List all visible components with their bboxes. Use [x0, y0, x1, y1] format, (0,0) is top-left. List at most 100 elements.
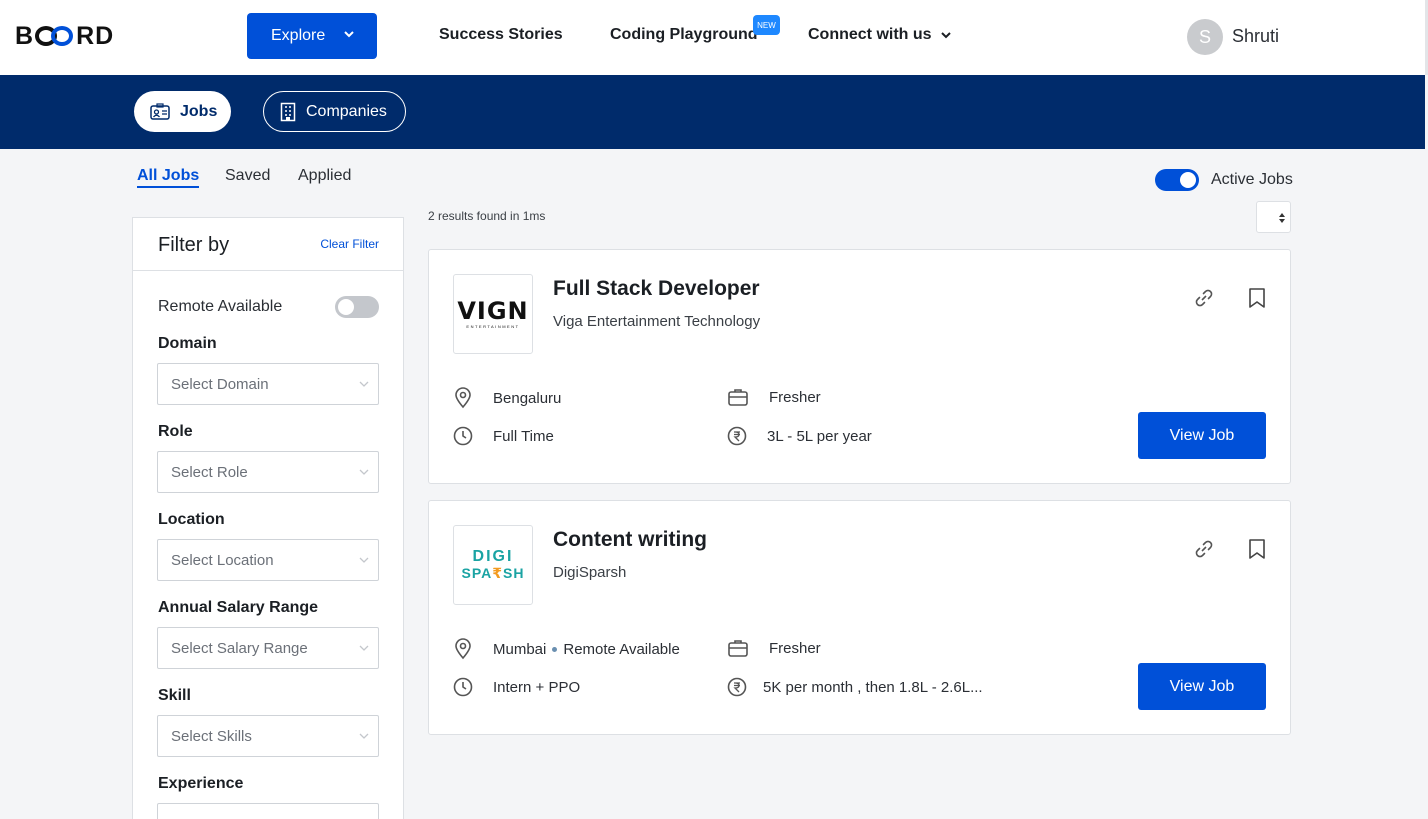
chevron-down-icon	[359, 733, 369, 739]
explore-button[interactable]: Explore	[247, 13, 377, 59]
filter-panel: Filter by Clear Filter Remote Available …	[132, 217, 404, 819]
sort-select[interactable]	[1256, 201, 1291, 233]
location-label: Location	[158, 511, 225, 528]
companies-pill-label: Companies	[306, 102, 387, 120]
job-location: Mumbai Remote Available	[453, 638, 680, 660]
tab-saved[interactable]: Saved	[225, 167, 270, 185]
link-icon[interactable]	[1193, 538, 1215, 560]
company-logo-text-top: DIGI	[472, 548, 514, 565]
experience-text: Fresher	[769, 639, 821, 657]
logo-text-left: B	[15, 21, 35, 50]
salary-range-label: Annual Salary Range	[158, 599, 319, 616]
chevron-down-icon	[359, 381, 369, 387]
location-pin-icon	[455, 387, 471, 409]
new-badge: NEW	[753, 15, 780, 35]
top-navbar: B RD Explore Success Stories Coding Play…	[0, 0, 1428, 75]
tab-all-jobs[interactable]: All Jobs	[137, 167, 200, 188]
id-card-icon	[150, 102, 170, 120]
active-jobs-label: Active Jobs	[1211, 171, 1293, 188]
job-card[interactable]: DIGI SPA₹SH Content writing DigiSparsh M…	[428, 500, 1291, 735]
job-title[interactable]: Full Stack Developer	[553, 277, 760, 301]
company-logo: VIGN ENTERTAINMENT	[453, 274, 533, 354]
chevron-down-icon	[344, 31, 354, 38]
company-name[interactable]: DigiSparsh	[553, 564, 626, 581]
companies-pill[interactable]: Companies	[263, 91, 406, 132]
job-salary: 5K per month , then 1.8L - 2.6L...	[727, 677, 983, 697]
tab-applied[interactable]: Applied	[298, 167, 351, 185]
job-type-text: Full Time	[493, 427, 554, 445]
connect-label: Connect with us	[808, 26, 932, 43]
role-select[interactable]: Select Role	[157, 451, 379, 493]
location-text: Bengaluru	[493, 389, 562, 407]
remote-available-label: Remote Available	[158, 298, 283, 315]
toggle-knob	[1180, 172, 1196, 188]
nav-connect-with-us[interactable]: Connect with us	[808, 26, 952, 44]
job-type: Intern + PPO	[453, 677, 580, 697]
job-title[interactable]: Content writing	[553, 528, 707, 552]
company-logo: DIGI SPA₹SH	[453, 525, 533, 605]
salary-text: 5K per month , then 1.8L - 2.6L...	[763, 678, 983, 696]
remote-text: Remote Available	[563, 640, 680, 658]
nav-coding-playground[interactable]: Coding Playground	[610, 26, 758, 44]
experience-select[interactable]	[157, 803, 379, 819]
role-placeholder: Select Role	[171, 464, 248, 481]
clock-icon	[453, 677, 473, 697]
skill-placeholder: Select Skills	[171, 728, 252, 745]
company-logo-text-bottom: SPA₹SH	[462, 565, 525, 581]
bookmark-icon[interactable]	[1247, 538, 1267, 560]
board-logo[interactable]: B RD	[15, 21, 115, 50]
logo-part-a: SPA	[461, 565, 493, 581]
active-jobs-toggle[interactable]	[1155, 169, 1199, 191]
nav-success-stories[interactable]: Success Stories	[439, 26, 563, 44]
job-type: Full Time	[453, 426, 554, 446]
location-select[interactable]: Select Location	[157, 539, 379, 581]
jobs-pill[interactable]: Jobs	[134, 91, 231, 132]
jobs-pill-label: Jobs	[180, 102, 218, 120]
skill-select[interactable]: Select Skills	[157, 715, 379, 757]
chevron-down-icon	[359, 557, 369, 563]
view-job-button[interactable]: View Job	[1138, 412, 1266, 459]
remote-available-toggle[interactable]	[335, 296, 379, 318]
job-salary: 3L - 5L per year	[727, 426, 872, 446]
salary-text: 3L - 5L per year	[767, 427, 872, 445]
domain-placeholder: Select Domain	[171, 376, 269, 393]
chevron-down-icon	[940, 32, 951, 39]
company-name[interactable]: Viga Entertainment Technology	[553, 313, 760, 330]
location-pin-icon	[455, 638, 471, 660]
bookmark-icon[interactable]	[1247, 287, 1267, 309]
chevron-down-icon	[359, 469, 369, 475]
logo-rupee: ₹	[492, 565, 504, 581]
user-avatar[interactable]: S	[1187, 19, 1223, 55]
logo-text-right: RD	[76, 21, 115, 50]
experience-label: Experience	[158, 775, 244, 792]
domain-label: Domain	[158, 335, 217, 352]
building-icon	[280, 102, 296, 121]
location-text: Mumbai	[493, 640, 547, 658]
user-name[interactable]: Shruti	[1232, 26, 1279, 47]
location-placeholder: Select Location	[171, 552, 274, 569]
job-experience: Fresher	[727, 387, 821, 407]
experience-text: Fresher	[769, 388, 821, 406]
filter-header: Filter by Clear Filter	[133, 218, 403, 271]
skill-label: Skill	[158, 687, 191, 704]
role-label: Role	[158, 423, 193, 440]
briefcase-icon	[728, 389, 748, 406]
sort-down-icon	[1279, 219, 1285, 223]
salary-range-placeholder: Select Salary Range	[171, 640, 308, 657]
rupee-icon	[727, 426, 747, 446]
toggle-knob	[338, 299, 354, 315]
job-experience: Fresher	[727, 638, 821, 658]
chevron-down-icon	[359, 645, 369, 651]
briefcase-icon	[728, 640, 748, 657]
job-type-text: Intern + PPO	[493, 678, 581, 696]
job-card[interactable]: VIGN ENTERTAINMENT Full Stack Developer …	[428, 249, 1291, 484]
domain-select[interactable]: Select Domain	[157, 363, 379, 405]
explore-label: Explore	[271, 27, 326, 44]
salary-range-select[interactable]: Select Salary Range	[157, 627, 379, 669]
link-icon[interactable]	[1193, 287, 1215, 309]
separator-dot	[552, 646, 558, 652]
clear-filter-link[interactable]: Clear Filter	[320, 237, 379, 251]
view-job-button[interactable]: View Job	[1138, 663, 1266, 710]
logo-infinity-icon	[35, 26, 75, 46]
logo-part-b: SH	[503, 565, 525, 581]
